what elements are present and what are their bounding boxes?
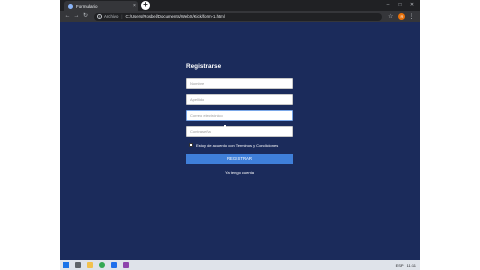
minimize-button[interactable]: –: [382, 0, 394, 11]
close-window-button[interactable]: ✕: [406, 0, 418, 11]
taskbar-explorer-icon[interactable]: [84, 260, 96, 270]
avatar[interactable]: R: [398, 13, 406, 20]
outer-margin-right: [420, 0, 480, 270]
address-scheme: Archivo: [104, 14, 119, 19]
globe-icon: [68, 3, 73, 9]
tab-formulario[interactable]: Formulario ×: [64, 1, 138, 11]
close-icon[interactable]: ×: [131, 3, 138, 9]
tab-title: Formulario: [76, 3, 98, 9]
browser-toolbar: ← → ↻ i Archivo | C:/Users/Rosbel/Docume…: [60, 11, 420, 22]
windows-icon: [63, 262, 69, 268]
info-icon[interactable]: i: [97, 14, 102, 19]
outer-margin-left: [0, 0, 60, 270]
start-button[interactable]: [60, 260, 72, 270]
terms-row: Estoy de acuerdo con Terminos y Condicio…: [189, 142, 278, 148]
form-title: Registrarse: [186, 63, 222, 70]
tray-language[interactable]: ESP: [396, 263, 404, 268]
forward-button[interactable]: →: [72, 12, 81, 21]
browser-window: Formulario × + – □ ✕ ← → ↻ i Archivo | C…: [60, 0, 420, 260]
last-name-input[interactable]: [186, 94, 293, 105]
window-controls: – □ ✕: [382, 0, 418, 11]
taskbar-chrome-icon[interactable]: [96, 260, 108, 270]
address-bar[interactable]: i Archivo | C:/Users/Rosbel/Documents/We…: [94, 12, 382, 21]
reload-button[interactable]: ↻: [81, 12, 90, 21]
taskbar: ESP 11:11: [60, 260, 420, 270]
have-account-link[interactable]: Ya tengo cuenta: [186, 170, 293, 175]
email-input[interactable]: [186, 110, 293, 121]
back-button[interactable]: ←: [63, 12, 72, 21]
taskbar-app-icon[interactable]: [120, 260, 132, 270]
tray-clock[interactable]: 11:11: [407, 263, 416, 268]
taskbar-editor-icon[interactable]: [108, 260, 120, 270]
terms-checkbox[interactable]: [189, 143, 193, 147]
tab-strip: Formulario × + – □ ✕: [60, 0, 420, 11]
star-icon[interactable]: ☆: [388, 13, 393, 20]
terms-label: Estoy de acuerdo con Terminos y Condicio…: [196, 142, 279, 148]
password-input[interactable]: [186, 126, 293, 137]
address-separator: |: [121, 14, 123, 19]
maximize-button[interactable]: □: [394, 0, 406, 11]
taskbar-search-icon[interactable]: [72, 260, 84, 270]
register-form: Registrarse Estoy de acuerdo con Termino…: [186, 62, 293, 175]
address-url[interactable]: C:/Users/Rosbel/Documents/WebX/Kick/form…: [125, 14, 224, 19]
system-tray: ESP 11:11: [393, 263, 420, 268]
new-tab-button[interactable]: +: [141, 1, 150, 10]
register-button[interactable]: REGISTRAR: [186, 154, 293, 164]
menu-icon[interactable]: ⋮: [408, 13, 414, 20]
first-name-input[interactable]: [186, 78, 293, 89]
text-cursor-icon: [224, 125, 226, 130]
